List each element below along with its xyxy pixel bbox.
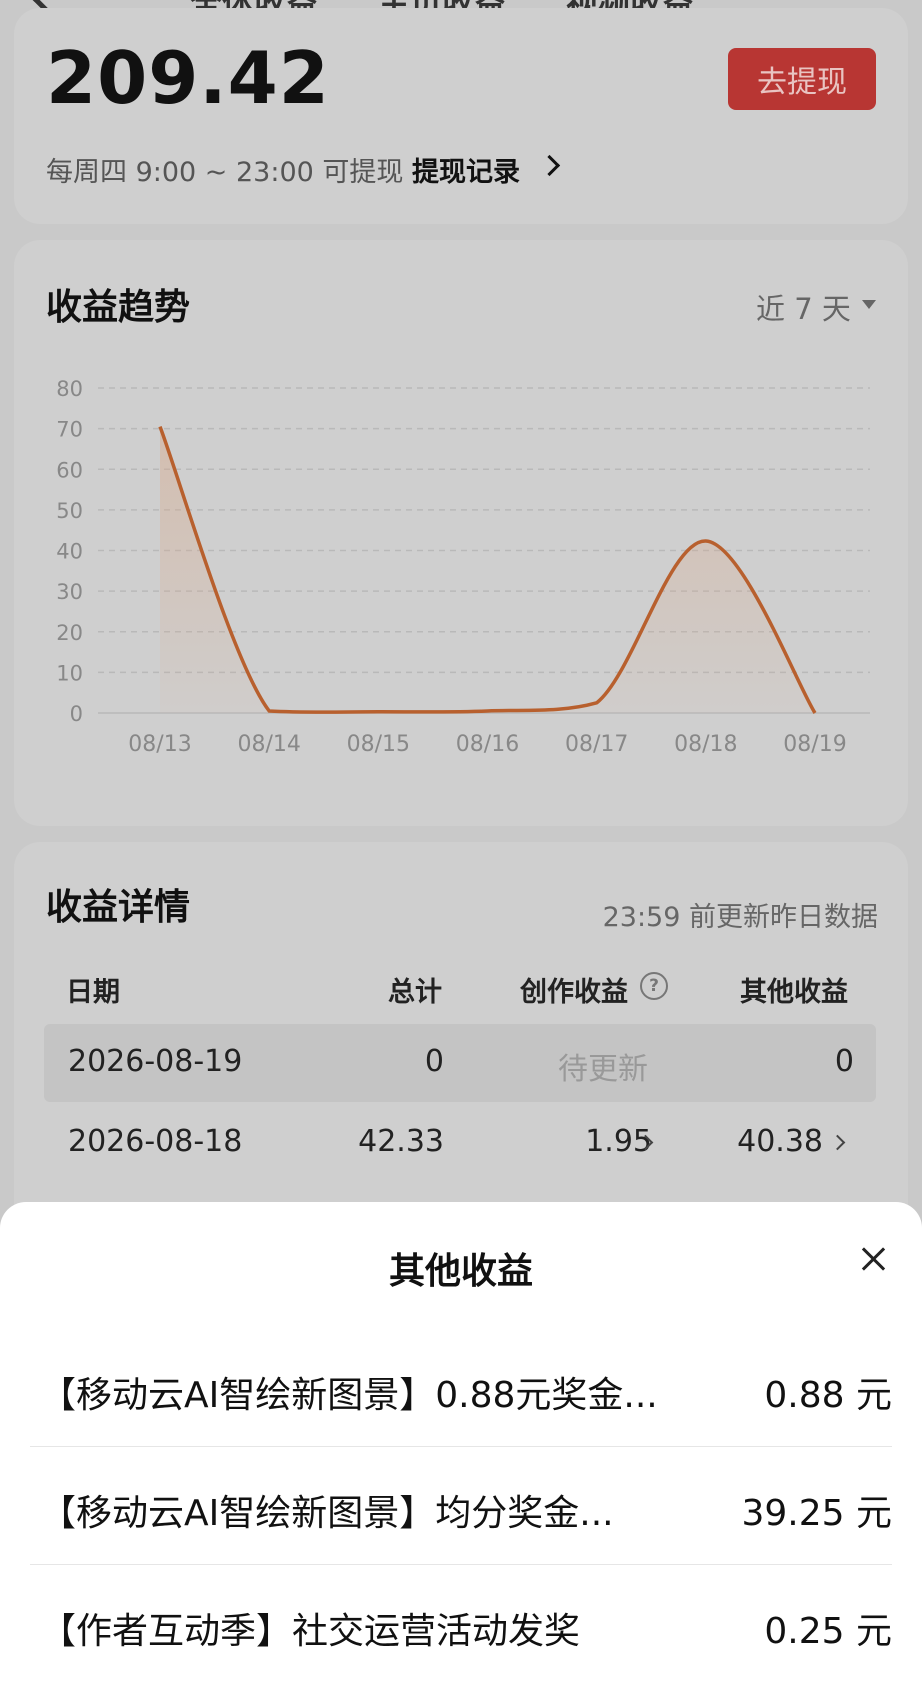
list-item-label[interactable]: 【移动云AI智绘新图景】均分奖金...	[40, 1484, 614, 1536]
y-tick-label: 40	[56, 540, 83, 564]
sheet-title: 其他收益	[388, 1251, 533, 1292]
list-item-amount: 0.25 元	[764, 1611, 892, 1652]
y-tick-label: 60	[56, 458, 83, 482]
column-total: 总计	[388, 977, 442, 1008]
row-date: 2026-08-19	[68, 1044, 243, 1079]
update-note: 23:59 前更新昨日数据	[602, 902, 878, 933]
column-other-income: 其他收益	[740, 977, 848, 1008]
x-tick-label: 08/16	[456, 732, 519, 757]
row-total: 42.33	[358, 1124, 444, 1159]
column-creation-income: 创作收益	[520, 977, 628, 1008]
close-icon[interactable]	[858, 1244, 888, 1274]
list-item-amount: 39.25 元	[741, 1493, 892, 1534]
list-item-amount: 0.88 元	[764, 1375, 892, 1416]
range-select[interactable]: 近 7 天	[756, 286, 851, 328]
y-tick-label: 70	[56, 418, 83, 442]
help-icon[interactable]: ?	[640, 972, 668, 1000]
y-tick-label: 20	[56, 621, 83, 645]
y-tick-label: 30	[56, 580, 83, 604]
withdraw-record-link[interactable]: 提现记录	[412, 150, 520, 189]
column-date: 日期	[66, 977, 120, 1008]
x-tick-label: 08/17	[565, 732, 628, 757]
list-item-label[interactable]: 【作者互动季】社交运营活动发奖	[40, 1602, 580, 1654]
withdraw-button[interactable]: 去提现	[728, 48, 876, 110]
divider	[30, 1446, 892, 1447]
y-tick-label: 10	[56, 661, 83, 685]
trend-title: 收益趋势	[46, 287, 191, 328]
details-title: 收益详情	[46, 887, 191, 928]
row-creation-income: 待更新	[558, 1052, 648, 1087]
row-other-income: 0	[834, 1044, 854, 1079]
y-tick-label: 50	[56, 499, 83, 523]
x-tick-label: 08/18	[674, 732, 737, 757]
row-date: 2026-08-18	[68, 1124, 243, 1159]
y-tick-label: 0	[70, 702, 83, 726]
row-other-income[interactable]: 40.38	[737, 1124, 823, 1159]
caret-down-icon[interactable]	[862, 300, 876, 309]
x-tick-label: 08/13	[128, 732, 191, 757]
balance-amount: 209.42	[46, 36, 330, 120]
x-tick-label: 08/14	[237, 732, 300, 757]
x-tick-label: 08/15	[347, 732, 410, 757]
y-tick-label: 80	[56, 377, 83, 401]
income-trend-chart: 0 10 20 30 40 50 60 70 80 08/13 08/14 08/15 08/16 08…	[56, 377, 870, 757]
row-total: 0	[424, 1044, 444, 1079]
x-tick-label: 08/19	[783, 732, 846, 757]
divider	[30, 1564, 892, 1565]
withdraw-schedule-note: 每周四 9:00 ~ 23:00 可提现	[46, 157, 404, 188]
list-item-label[interactable]: 【移动云AI智绘新图景】0.88元奖金...	[40, 1366, 658, 1418]
